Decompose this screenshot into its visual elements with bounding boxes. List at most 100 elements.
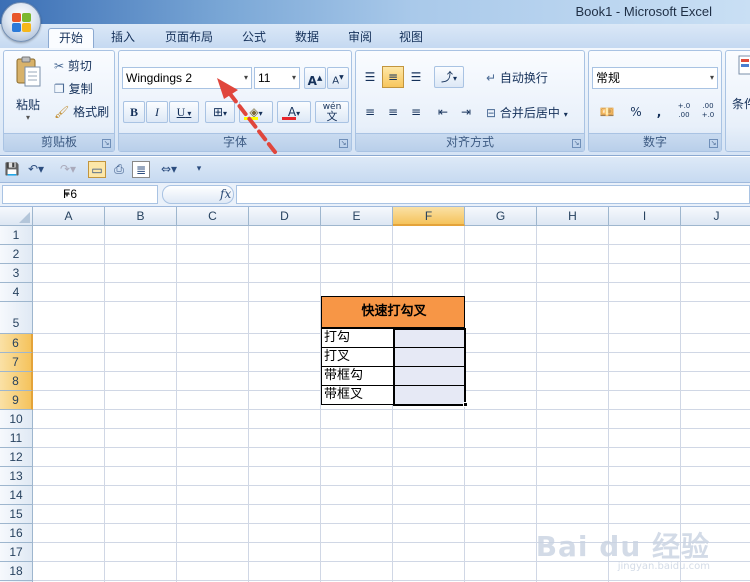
merge-center-button[interactable]: ⊟ 合并后居中 ▾ — [486, 104, 568, 121]
label-cell[interactable]: 打叉 — [321, 347, 394, 367]
copy-button[interactable]: ❐ 复制 — [54, 80, 93, 97]
fill-handle[interactable] — [463, 402, 468, 407]
select-all-button[interactable] — [0, 207, 33, 226]
increase-indent-button[interactable]: ⇥ — [455, 101, 477, 123]
row-header-14[interactable]: 14 — [0, 486, 33, 505]
format-painter-button[interactable]: 🖌 格式刷 — [54, 103, 109, 120]
font-color-button[interactable]: A▾ — [277, 101, 311, 123]
customize-qat-icon[interactable]: ▾ — [190, 161, 208, 178]
clipboard-launcher-icon[interactable]: ↘ — [102, 139, 111, 148]
font-size-combo[interactable]: 11 ▾ — [254, 67, 300, 89]
tab-view[interactable]: 视图 — [390, 28, 432, 48]
insert-function-button[interactable]: fx — [220, 187, 231, 201]
column-header-b[interactable]: B — [105, 207, 177, 226]
paste-button[interactable]: 粘贴 ▾ — [10, 55, 46, 127]
undo-icon[interactable]: ↶▾ — [24, 161, 48, 178]
row-header-11[interactable]: 11 — [0, 429, 33, 448]
italic-button[interactable]: I — [146, 101, 168, 123]
decrease-decimal-button[interactable]: .00 +.0 — [697, 101, 719, 123]
row-header-3[interactable]: 3 — [0, 264, 33, 283]
align-justify-icon[interactable]: ≣ — [132, 161, 150, 178]
tab-formulas[interactable]: 公式 — [233, 28, 275, 48]
tab-insert[interactable]: 插入 — [103, 28, 143, 48]
align-top-button[interactable]: ☰ — [359, 66, 381, 88]
font-launcher-icon[interactable]: ↘ — [339, 139, 348, 148]
ribbon-tabs: 开始 插入 页面布局 公式 数据 审阅 视图 — [0, 24, 750, 48]
row-header-2[interactable]: 2 — [0, 245, 33, 264]
number-format-combo[interactable]: 常规 ▾ — [592, 67, 718, 89]
label-cell[interactable]: 打勾 — [321, 328, 394, 348]
formula-input[interactable] — [236, 185, 750, 204]
shrink-font-button[interactable]: A▼ — [327, 67, 349, 89]
increase-decimal-button[interactable]: +.0 .00 — [673, 101, 695, 123]
font-name-combo[interactable]: Wingdings 2 ▾ — [122, 67, 252, 89]
tab-page-layout[interactable]: 页面布局 — [156, 28, 222, 48]
print-preview-icon[interactable]: ⎙ — [110, 161, 128, 178]
row-header-12[interactable]: 12 — [0, 448, 33, 467]
tab-review[interactable]: 审阅 — [339, 28, 381, 48]
bold-button[interactable]: B — [123, 101, 145, 123]
column-header-f[interactable]: F — [393, 207, 465, 226]
tab-home[interactable]: 开始 — [48, 28, 94, 48]
accounting-format-button[interactable]: 💴 — [592, 101, 622, 123]
align-right-button[interactable]: ≡ — [405, 101, 427, 123]
decrease-indent-button[interactable]: ⇤ — [432, 101, 454, 123]
align-left-button[interactable]: ≡ — [359, 101, 381, 123]
phonetic-button[interactable]: wén 文 — [315, 101, 349, 123]
wrap-text-button[interactable]: ↵ 自动换行 — [486, 69, 548, 86]
cut-label: 剪切 — [67, 59, 92, 73]
tab-data[interactable]: 数据 — [286, 28, 328, 48]
column-header-h[interactable]: H — [537, 207, 609, 226]
borders-button[interactable]: ⊞▾ — [205, 101, 235, 123]
row-header-1[interactable]: 1 — [0, 226, 33, 245]
column-header-i[interactable]: I — [609, 207, 681, 226]
row-header-17[interactable]: 17 — [0, 543, 33, 562]
fill-color-button[interactable]: ◈▾ — [239, 101, 273, 123]
label-cell[interactable]: 带框叉 — [321, 385, 394, 405]
alignment-launcher-icon[interactable]: ↘ — [572, 139, 581, 148]
percent-style-button[interactable]: % — [625, 101, 647, 123]
form-icon[interactable]: ▭ — [88, 161, 106, 178]
row-header-13[interactable]: 13 — [0, 467, 33, 486]
comma-style-button[interactable]: , — [648, 101, 670, 123]
row-header-9[interactable]: 9 — [0, 391, 33, 410]
title-bar: Book1 - Microsoft Excel — [0, 0, 750, 24]
save-icon[interactable]: 💾 — [3, 161, 21, 178]
row-header-16[interactable]: 16 — [0, 524, 33, 543]
label-cell[interactable]: 带框勾 — [321, 366, 394, 386]
row-header-4[interactable]: 4 — [0, 283, 33, 302]
number-launcher-icon[interactable]: ↘ — [709, 139, 718, 148]
row-header-7[interactable]: 7 — [0, 353, 33, 372]
column-header-c[interactable]: C — [177, 207, 249, 226]
column-header-e[interactable]: E — [321, 207, 393, 226]
align-right-icon: ≡ — [410, 105, 422, 119]
column-header-j[interactable]: J — [681, 207, 750, 226]
row-header-15[interactable]: 15 — [0, 505, 33, 524]
grow-font-button[interactable]: A▲ — [304, 67, 326, 89]
orientation-button[interactable]: ⤴▾ — [434, 66, 464, 88]
office-button[interactable] — [1, 2, 41, 42]
align-bottom-button[interactable]: ☰ — [405, 66, 427, 88]
row-header-18[interactable]: 18 — [0, 562, 33, 581]
conditional-format-button[interactable]: 条件 — [732, 95, 750, 112]
gridline — [248, 226, 249, 582]
row-header-10[interactable]: 10 — [0, 410, 33, 429]
column-header-g[interactable]: G — [465, 207, 537, 226]
column-header-a[interactable]: A — [33, 207, 105, 226]
scissors-icon: ✂ — [54, 59, 65, 73]
alignment-group: ☰ ≡ ☰ ⤴▾ ↵ 自动换行 ≡ ≡ ≡ ⇤ ⇥ ⊟ 合并后居中 ▾ 对齐方式… — [355, 50, 585, 152]
redo-icon[interactable]: ↷▾ — [56, 161, 80, 178]
orientation-icon: ⤴ — [440, 70, 453, 84]
table-header[interactable]: 快速打勾叉 — [321, 296, 465, 328]
name-box[interactable]: F6 ▼ — [2, 185, 158, 204]
gridline — [104, 226, 105, 582]
spacing-icon[interactable]: ⇔▾ — [154, 161, 184, 178]
row-header-6[interactable]: 6 — [0, 334, 33, 353]
cut-button[interactable]: ✂ 剪切 — [54, 57, 92, 74]
row-header-5[interactable]: 5 — [0, 302, 33, 334]
align-center-button[interactable]: ≡ — [382, 101, 404, 123]
column-header-d[interactable]: D — [249, 207, 321, 226]
underline-button[interactable]: U ▾ — [169, 101, 199, 123]
align-middle-button[interactable]: ≡ — [382, 66, 404, 88]
row-header-8[interactable]: 8 — [0, 372, 33, 391]
